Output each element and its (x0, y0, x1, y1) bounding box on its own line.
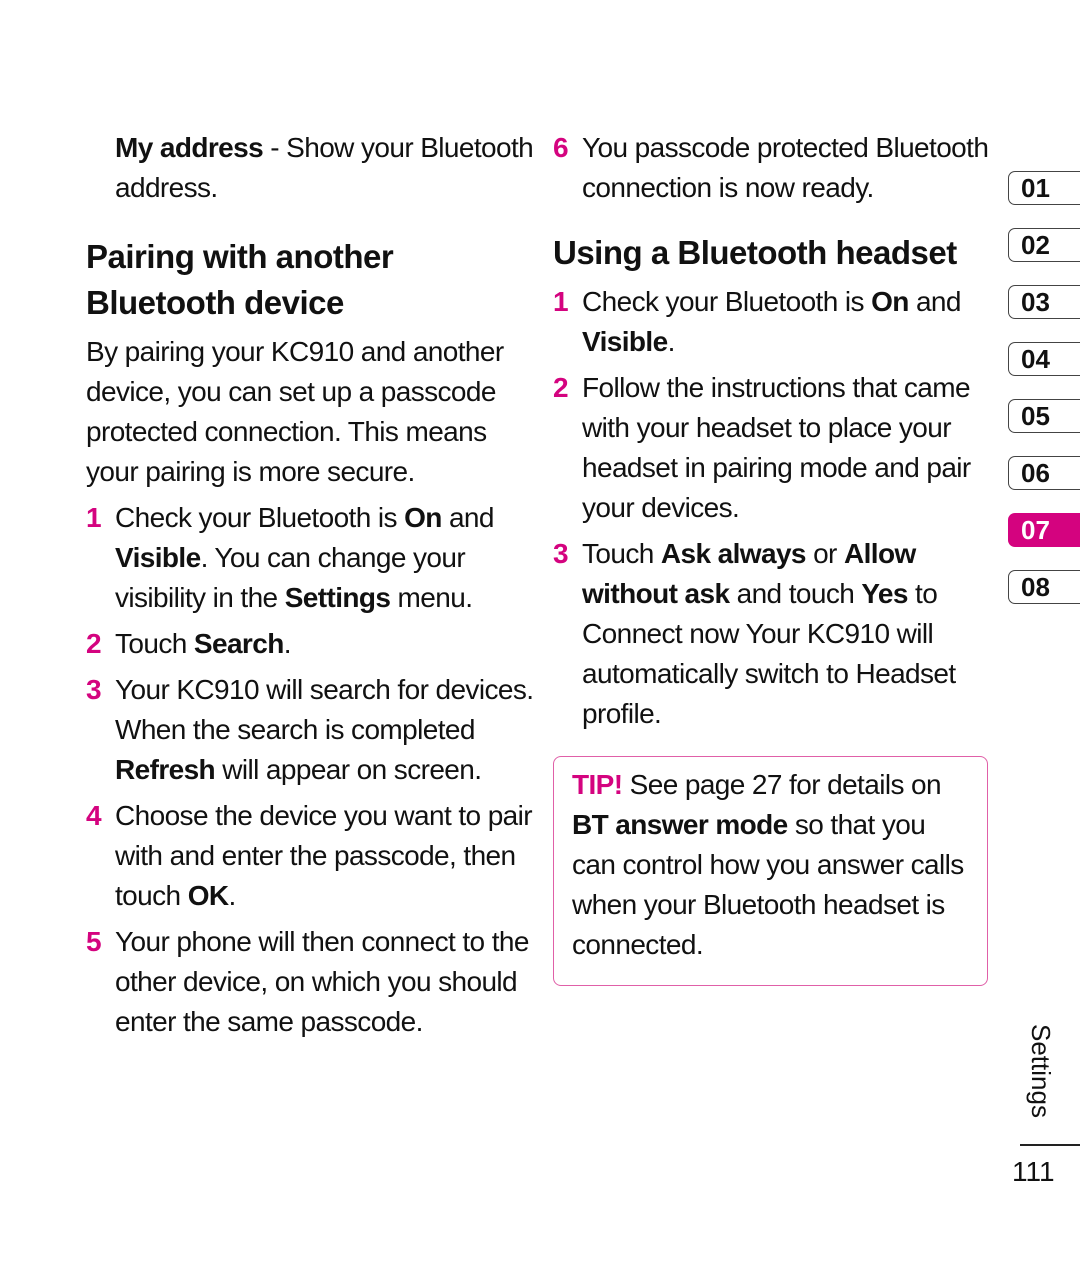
page-number: 111 (1012, 1156, 1055, 1187)
chapter-tab-06[interactable]: 06 (1008, 456, 1080, 490)
step-number: 1 (86, 502, 102, 533)
step-text: Your KC910 will search for devices. When… (115, 674, 534, 745)
step-text: . (283, 628, 292, 659)
pairing-step: 3 Your KC910 will search for devices. Whe… (86, 670, 536, 790)
step-text: Check your Bluetooth is (582, 286, 872, 317)
step-bold-term: Settings (284, 582, 391, 613)
step-text: and (908, 286, 962, 317)
step-text: and touch (729, 578, 862, 609)
step-bold-term: Visible (115, 542, 201, 573)
step-bold-term: Ask always (660, 538, 807, 569)
chapter-tab-04[interactable]: 04 (1008, 342, 1080, 376)
pairing-step: 1 Check your Bluetooth is On and Visible.… (86, 498, 536, 618)
tip-box: TIP! See page 27 for details on BT answe… (553, 756, 988, 986)
my-address-note: My address - Show your Bluetooth address… (86, 128, 536, 208)
my-address-term: My address (115, 132, 264, 163)
step-bold-term: On (871, 286, 909, 317)
headset-step: 3 Touch Ask always or Allow without ask a… (553, 534, 993, 734)
step-number: 3 (553, 538, 569, 569)
chapter-tab-02[interactable]: 02 (1008, 228, 1080, 262)
step-number: 5 (86, 926, 102, 957)
step-text: Check your Bluetooth is (115, 502, 405, 533)
step-text: will appear on screen. (215, 754, 482, 785)
pairing-step: 2 Touch Search. (86, 624, 536, 664)
tip-label: TIP! (572, 769, 623, 800)
step-text: Touch (115, 628, 194, 659)
step-text: . (667, 326, 676, 357)
step-text: Your phone will then connect to the othe… (115, 926, 529, 1037)
step-text: Touch (582, 538, 661, 569)
step-number: 6 (553, 132, 569, 163)
step-bold-term: Search (193, 628, 284, 659)
tip-bold-term: BT answer mode (572, 809, 788, 840)
step-text: Follow the instructions that came with y… (582, 372, 971, 523)
step-text: or (805, 538, 844, 569)
step-bold-term: On (404, 502, 442, 533)
pairing-step-6: 6 You passcode protected Bluetooth connec… (553, 128, 993, 208)
step-text: and (441, 502, 495, 533)
headset-heading: Using a Bluetooth headset (553, 234, 957, 271)
headset-step: 2 Follow the instructions that came with … (553, 368, 993, 528)
pairing-step: 5 Your phone will then connect to the oth… (86, 922, 536, 1042)
step-number: 1 (553, 286, 569, 317)
pairing-step: 6 You passcode protected Bluetooth connec… (553, 128, 993, 208)
chapter-tab-03[interactable]: 03 (1008, 285, 1080, 319)
step-text: Choose the device you want to pair with … (115, 800, 533, 911)
chapter-tab-05[interactable]: 05 (1008, 399, 1080, 433)
step-bold-term: OK (187, 880, 229, 911)
step-text: . (228, 880, 237, 911)
headset-step: 1 Check your Bluetooth is On and Visible. (553, 282, 993, 362)
chapter-tab-08[interactable]: 08 (1008, 570, 1080, 604)
step-text: You passcode protected Bluetooth connect… (582, 132, 989, 203)
step-number: 3 (86, 674, 102, 705)
pairing-step: 4 Choose the device you want to pair with… (86, 796, 536, 916)
pairing-steps: 1 Check your Bluetooth is On and Visible.… (86, 498, 536, 1042)
tip-text-1: See page 27 for details on (622, 769, 942, 800)
footer-divider (1020, 1144, 1080, 1146)
pairing-heading: Pairing with another Bluetooth device (86, 238, 394, 321)
section-label: Settings (1026, 1024, 1056, 1118)
step-bold-term: Visible (582, 326, 668, 357)
step-bold-term: Yes (861, 578, 908, 609)
step-text: menu. (390, 582, 473, 613)
chapter-tab-07[interactable]: 07 (1008, 513, 1080, 547)
headset-steps: 1 Check your Bluetooth is On and Visible.… (553, 282, 993, 734)
step-number: 4 (86, 800, 102, 831)
chapter-tab-01[interactable]: 01 (1008, 171, 1080, 205)
left-column: My address - Show your Bluetooth address… (86, 128, 536, 1048)
right-column: 6 You passcode protected Bluetooth connec… (553, 128, 993, 986)
pairing-paragraph: By pairing your KC910 and another device… (86, 336, 504, 487)
step-number: 2 (553, 372, 569, 403)
step-number: 2 (86, 628, 102, 659)
step-bold-term: Refresh (115, 754, 216, 785)
